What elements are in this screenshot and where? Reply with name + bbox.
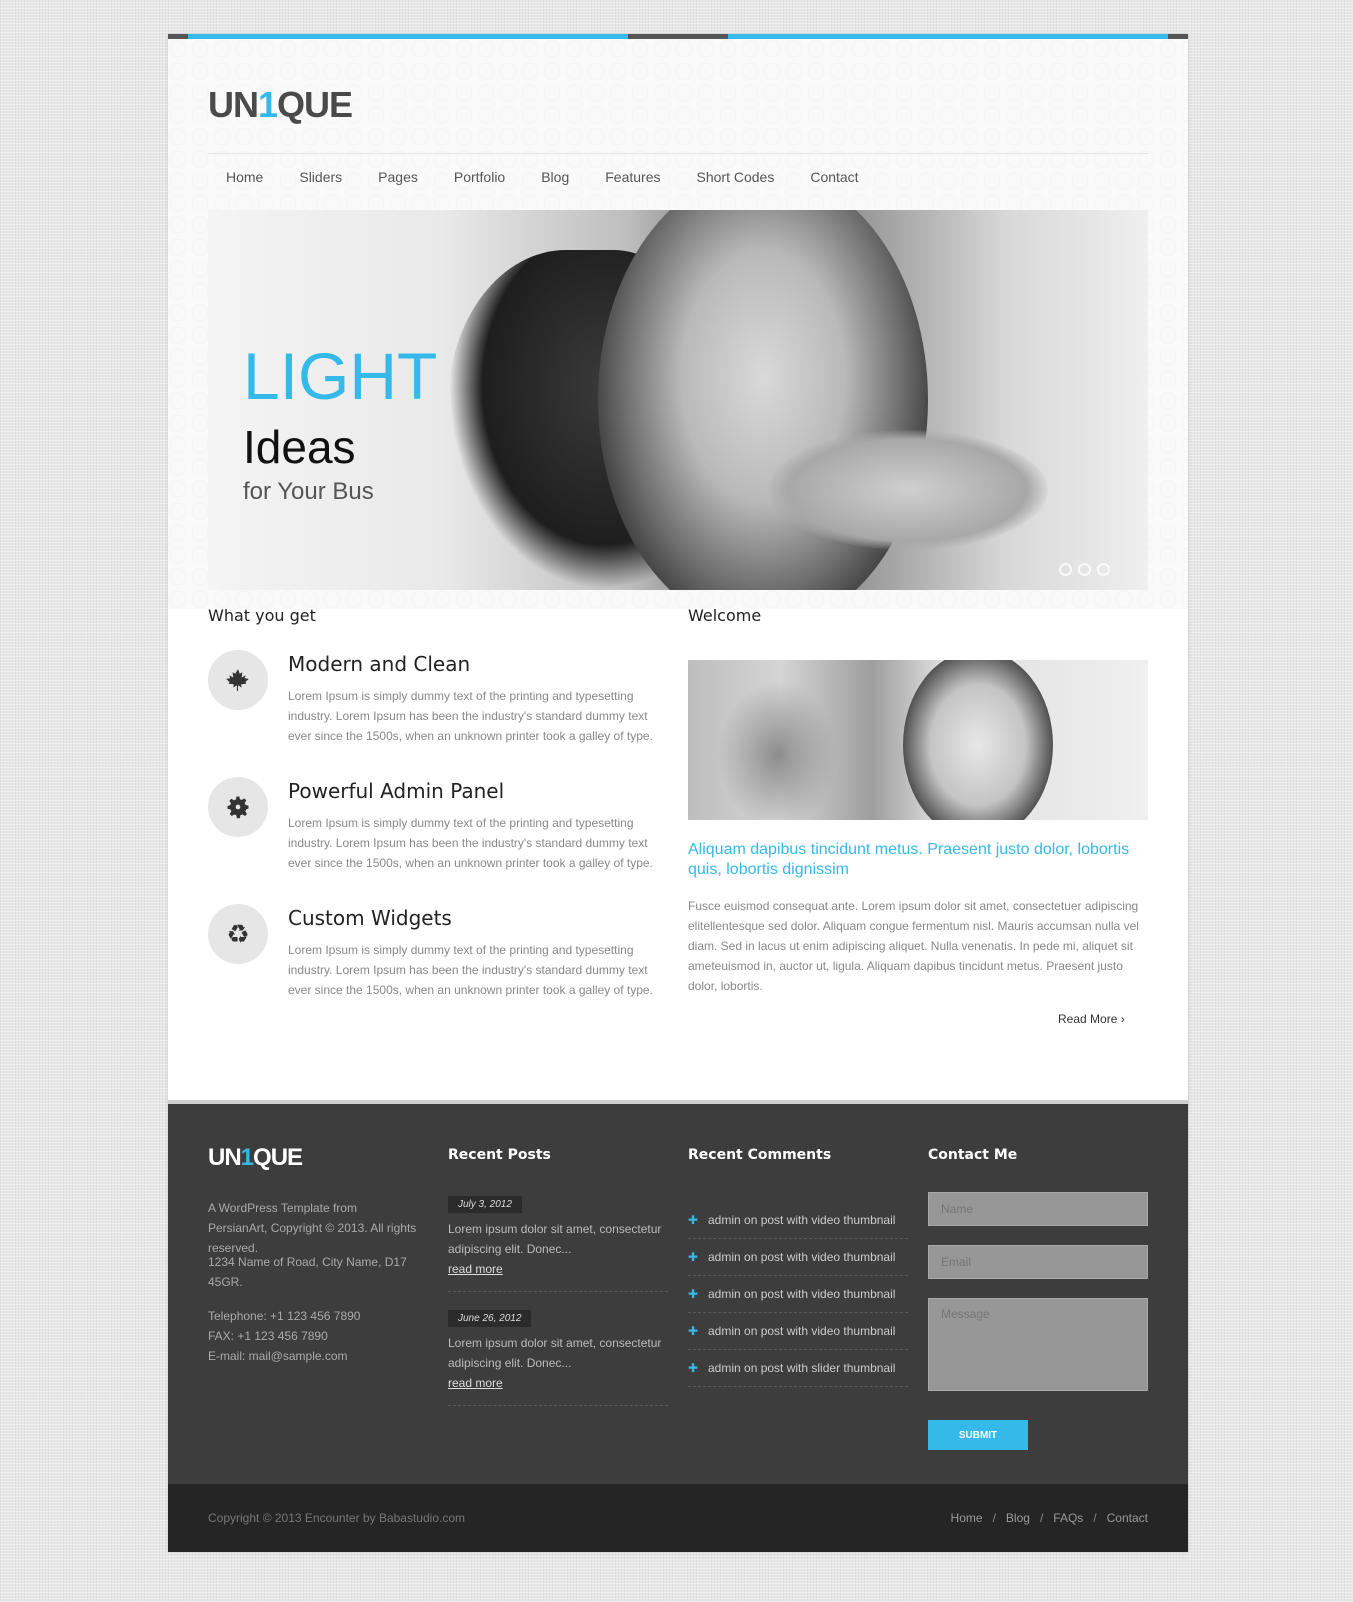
footer-nav-separator: / (1039, 1511, 1044, 1525)
feature-title: Modern and Clean (288, 652, 471, 676)
plus-icon: ✚ (688, 1324, 699, 1338)
recent-post: June 26, 2012 Lorem ipsum dolor sit amet… (448, 1308, 668, 1406)
footer-about: A WordPress Template from PersianArt, Co… (208, 1201, 417, 1255)
footer-nav-separator: / (992, 1511, 996, 1525)
post-read-more[interactable]: read more (448, 1259, 668, 1291)
slide-title: LIGHT (243, 339, 438, 413)
footer-address: 1234 Name of Road, City Name, D17 45GR. (208, 1255, 407, 1289)
slider-dot[interactable] (1059, 563, 1072, 576)
footer-nav-home[interactable]: Home (951, 1511, 983, 1525)
footer-nav-contact[interactable]: Contact (1107, 1511, 1148, 1525)
plus-icon: ✚ (688, 1361, 699, 1375)
nav-contact[interactable]: Contact (792, 167, 876, 187)
welcome-heading: Welcome (688, 606, 762, 625)
nav-pages[interactable]: Pages (360, 167, 436, 187)
post-excerpt: Lorem ipsum dolor sit amet, consectetur … (448, 1222, 662, 1256)
bottom-bar: Copyright © 2013 Encounter by Babastudio… (168, 1484, 1188, 1552)
email-field[interactable] (928, 1245, 1148, 1279)
footer-nav-faqs[interactable]: FAQs (1053, 1511, 1083, 1525)
comment-item[interactable]: ✚ admin on post with slider thumbnail (688, 1350, 908, 1387)
footer-telephone: Telephone: +1 123 456 7890 (208, 1309, 361, 1323)
slider-dot[interactable] (1078, 563, 1091, 576)
name-field[interactable] (928, 1192, 1148, 1226)
logo-digit: 1 (240, 1144, 254, 1171)
logo-suffix: QUE (253, 1144, 303, 1171)
welcome-image-blur (718, 680, 838, 820)
comment-text: admin on post with video thumbnail (708, 1287, 896, 1301)
nav-blog[interactable]: Blog (523, 167, 587, 187)
footer-nav-separator: / (1093, 1511, 1097, 1525)
post-read-more[interactable]: read more (448, 1373, 668, 1405)
feature-title: Powerful Admin Panel (288, 779, 505, 803)
post-excerpt: Lorem ipsum dolor sit amet, consectetur … (448, 1336, 662, 1370)
footer-nav-blog[interactable]: Blog (1006, 1511, 1030, 1525)
contact-heading: Contact Me (928, 1147, 1018, 1163)
welcome-text: Fusce euismod consequat ante. Lorem ipsu… (688, 899, 1139, 993)
nav-home[interactable]: Home (208, 167, 281, 187)
recent-posts-heading: Recent Posts (448, 1147, 551, 1163)
recycle-icon: ♻ (208, 904, 268, 964)
comment-text: admin on post with video thumbnail (708, 1213, 896, 1227)
logo-prefix: UN (208, 84, 259, 125)
copyright-text: Copyright © 2013 Encounter by Babastudio… (208, 1511, 465, 1525)
submit-button[interactable]: SUBMIT (928, 1420, 1028, 1450)
main-nav: Home Sliders Pages Portfolio Blog Featur… (208, 167, 877, 187)
gear-icon (208, 777, 268, 837)
welcome-image (688, 660, 1148, 820)
welcome-image-face (903, 660, 1053, 820)
recent-comments-list: ✚ admin on post with video thumbnail ✚ adm… (688, 1202, 908, 1387)
nav-sliders[interactable]: Sliders (281, 167, 360, 187)
plus-icon: ✚ (688, 1213, 699, 1227)
read-more-link[interactable]: Read More › (1058, 1012, 1125, 1026)
footer-email: E-mail: mail@sample.com (208, 1349, 348, 1363)
page-container: UN1QUE Home Sliders Pages Portfolio Blog… (168, 34, 1188, 1552)
welcome-lead: Aliquam dapibus tincidunt metus. Praesen… (688, 841, 1130, 878)
footer-fax: FAX: +1 123 456 7890 (208, 1329, 328, 1343)
header: UN1QUE Home Sliders Pages Portfolio Blog… (168, 39, 1188, 609)
post-date: July 3, 2012 (448, 1196, 522, 1213)
feature-text: Lorem Ipsum is simply dummy text of the … (288, 816, 653, 870)
comment-item[interactable]: ✚ admin on post with video thumbnail (688, 1276, 908, 1313)
maple-leaf-icon (208, 650, 268, 710)
features-heading: What you get (208, 606, 316, 625)
footer: UN1QUE A WordPress Template from Persian… (168, 1104, 1188, 1484)
logo-suffix: QUE (277, 84, 353, 125)
logo-prefix: UN (208, 1144, 242, 1171)
plus-icon: ✚ (688, 1250, 699, 1264)
feature-text: Lorem Ipsum is simply dummy text of the … (288, 689, 653, 743)
comment-item[interactable]: ✚ admin on post with video thumbnail (688, 1239, 908, 1276)
recent-post: July 3, 2012 Lorem ipsum dolor sit amet,… (448, 1194, 668, 1292)
nav-short-codes[interactable]: Short Codes (679, 167, 793, 187)
feature-title: Custom Widgets (288, 906, 452, 930)
comment-text: admin on post with video thumbnail (708, 1324, 896, 1338)
nav-divider (208, 153, 1148, 154)
slider-image-hand (768, 430, 1048, 550)
slider-pagination (1059, 563, 1110, 576)
feature-text: Lorem Ipsum is simply dummy text of the … (288, 943, 653, 997)
post-date: June 26, 2012 (448, 1310, 532, 1327)
slide-subtitle: Ideas (243, 421, 356, 473)
plus-icon: ✚ (688, 1287, 699, 1301)
slider-dot[interactable] (1097, 563, 1110, 576)
message-field[interactable] (928, 1298, 1148, 1391)
comment-item[interactable]: ✚ admin on post with video thumbnail (688, 1313, 908, 1350)
comment-text: admin on post with video thumbnail (708, 1250, 896, 1264)
hero-slider[interactable]: LIGHT Ideas for Your Bus (208, 210, 1148, 590)
comment-text: admin on post with slider thumbnail (708, 1361, 896, 1375)
logo-digit: 1 (258, 84, 278, 125)
recent-comments-heading: Recent Comments (688, 1147, 832, 1163)
site-logo[interactable]: UN1QUE (208, 84, 353, 126)
slide-tagline: for Your Bus (243, 478, 374, 505)
footer-logo[interactable]: UN1QUE (208, 1144, 303, 1172)
nav-portfolio[interactable]: Portfolio (436, 167, 523, 187)
footer-nav: Home / Blog / FAQs / Contact (951, 1511, 1148, 1525)
comment-item[interactable]: ✚ admin on post with video thumbnail (688, 1202, 908, 1239)
nav-features[interactable]: Features (587, 167, 678, 187)
